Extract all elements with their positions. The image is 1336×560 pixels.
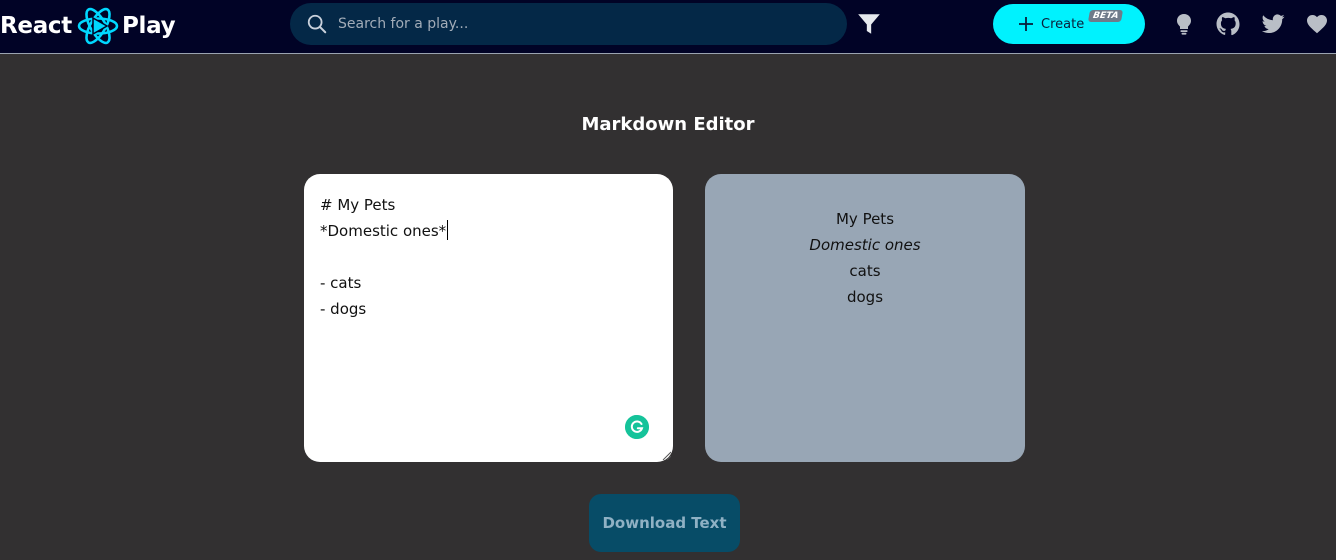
plus-icon	[1019, 17, 1033, 31]
beta-badge: BETA	[1087, 10, 1124, 22]
preview-list-item: dogs	[846, 288, 884, 306]
text-caret	[447, 220, 449, 240]
grammarly-icon[interactable]	[625, 415, 649, 439]
create-button[interactable]: Create BETA	[993, 4, 1145, 44]
preview-list-item: cats	[849, 262, 881, 280]
download-text-button[interactable]: Download Text	[589, 494, 740, 552]
markdown-input[interactable]: # My Pets *Domestic ones* - cats - dogs	[304, 174, 673, 462]
search-input[interactable]	[338, 9, 818, 39]
logo-link[interactable]: React Play	[0, 4, 176, 48]
preview-emphasis: Domestic ones	[809, 236, 921, 254]
search-icon	[307, 14, 327, 34]
editor-line: - dogs	[320, 300, 367, 318]
page-title: Markdown Editor	[581, 114, 755, 135]
filter-icon[interactable]	[856, 11, 882, 37]
react-play-logo-icon	[77, 7, 119, 45]
editor-line: *Domestic ones*	[320, 220, 449, 240]
markdown-preview: My Pets Domestic ones cats dogs	[705, 174, 1025, 462]
logo-text-react: React	[0, 13, 72, 39]
logo-text-play: Play	[121, 13, 176, 39]
github-icon[interactable]	[1216, 12, 1240, 36]
resize-grip-icon[interactable]	[661, 450, 671, 460]
editor-line: # My Pets	[320, 196, 396, 214]
twitter-icon[interactable]	[1261, 12, 1285, 36]
create-label: Create	[1041, 16, 1085, 32]
preview-heading: My Pets	[835, 210, 895, 228]
editor-line: - cats	[320, 274, 362, 292]
heart-icon[interactable]	[1305, 12, 1329, 36]
search-bar	[290, 3, 847, 45]
lightbulb-icon[interactable]	[1172, 12, 1196, 36]
top-nav: React Play Create BETA	[0, 0, 1336, 54]
